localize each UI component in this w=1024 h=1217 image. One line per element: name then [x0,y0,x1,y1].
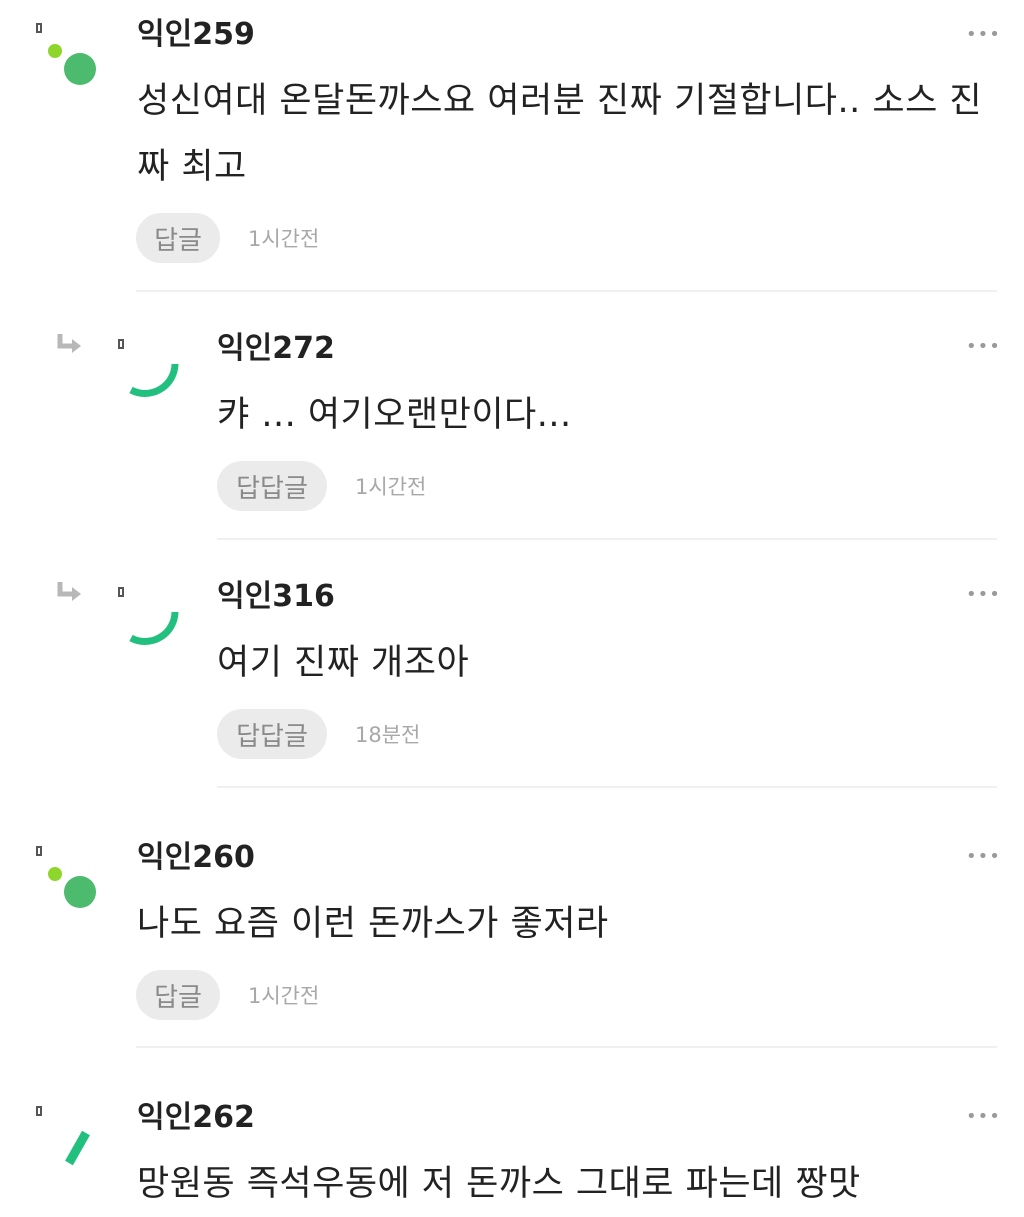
comment-meta: 답답글 1시간전 [217,461,426,511]
arc-avatar-icon[interactable] [113,334,203,414]
arc-avatar-icon[interactable] [113,582,203,662]
more-dots-icon[interactable]: ••• [966,584,1000,605]
comment-author: 익인316 [217,579,335,614]
slash-avatar-icon[interactable] [33,1103,123,1183]
more-dots-icon[interactable]: ••• [966,846,1000,867]
comment-text: 여기 진짜 개조아 [217,643,470,683]
comment-text: 나도 요즘 이런 돈까스가 좋저라 [137,904,609,944]
comment-author: 익인262 [137,1100,255,1135]
comment-author: 익인259 [137,17,255,52]
comment-item: 익인262 ••• 망원동 즉석우동에 저 돈까스 그대로 파는데 짱맛 [0,1048,1024,1217]
more-dots-icon[interactable]: ••• [966,1106,1000,1127]
comment-meta: 답글 1시간전 [136,970,319,1020]
reply-button[interactable]: 답답글 [217,709,327,759]
comment-item: 익인260 ••• 나도 요즘 이런 돈까스가 좋저라 답글 1시간전 [0,788,1024,1048]
timestamp: 1시간전 [248,227,320,251]
reply-arrow-icon [57,582,81,601]
more-dots-icon[interactable]: ••• [966,24,1000,45]
comment-author: 익인260 [137,840,255,875]
timestamp: 1시간전 [248,984,320,1008]
reply-button[interactable]: 답글 [136,970,220,1020]
comment-meta: 답글 1시간전 [136,213,319,263]
reply-button[interactable]: 답글 [136,213,220,263]
comment-meta: 답답글 18분전 [217,709,420,759]
comment-text: 캬 ... 여기오랜만이다... [217,395,572,435]
reply-arrow-icon [57,334,81,353]
reply-item: 익인272 ••• 캬 ... 여기오랜만이다... 답답글 1시간전 [0,292,1024,540]
comment-text: 성신여대 온달돈까스요 여러분 진짜 기절합니다.. 소스 진짜 최고 [137,81,983,187]
dots-avatar-icon[interactable] [33,20,123,100]
comment-item: 익인259 ••• 성신여대 온달돈까스요 여러분 진짜 기절합니다.. 소스 … [0,0,1024,292]
timestamp: 18분전 [355,723,421,747]
dots-avatar-icon[interactable] [33,843,123,923]
comment-author: 익인272 [217,331,335,366]
reply-item: 익인316 ••• 여기 진짜 개조아 답답글 18분전 [0,540,1024,788]
comment-text: 망원동 즉석우동에 저 돈까스 그대로 파는데 짱맛 [137,1164,861,1204]
more-dots-icon[interactable]: ••• [966,336,1000,357]
reply-button[interactable]: 답답글 [217,461,327,511]
timestamp: 1시간전 [355,475,427,499]
